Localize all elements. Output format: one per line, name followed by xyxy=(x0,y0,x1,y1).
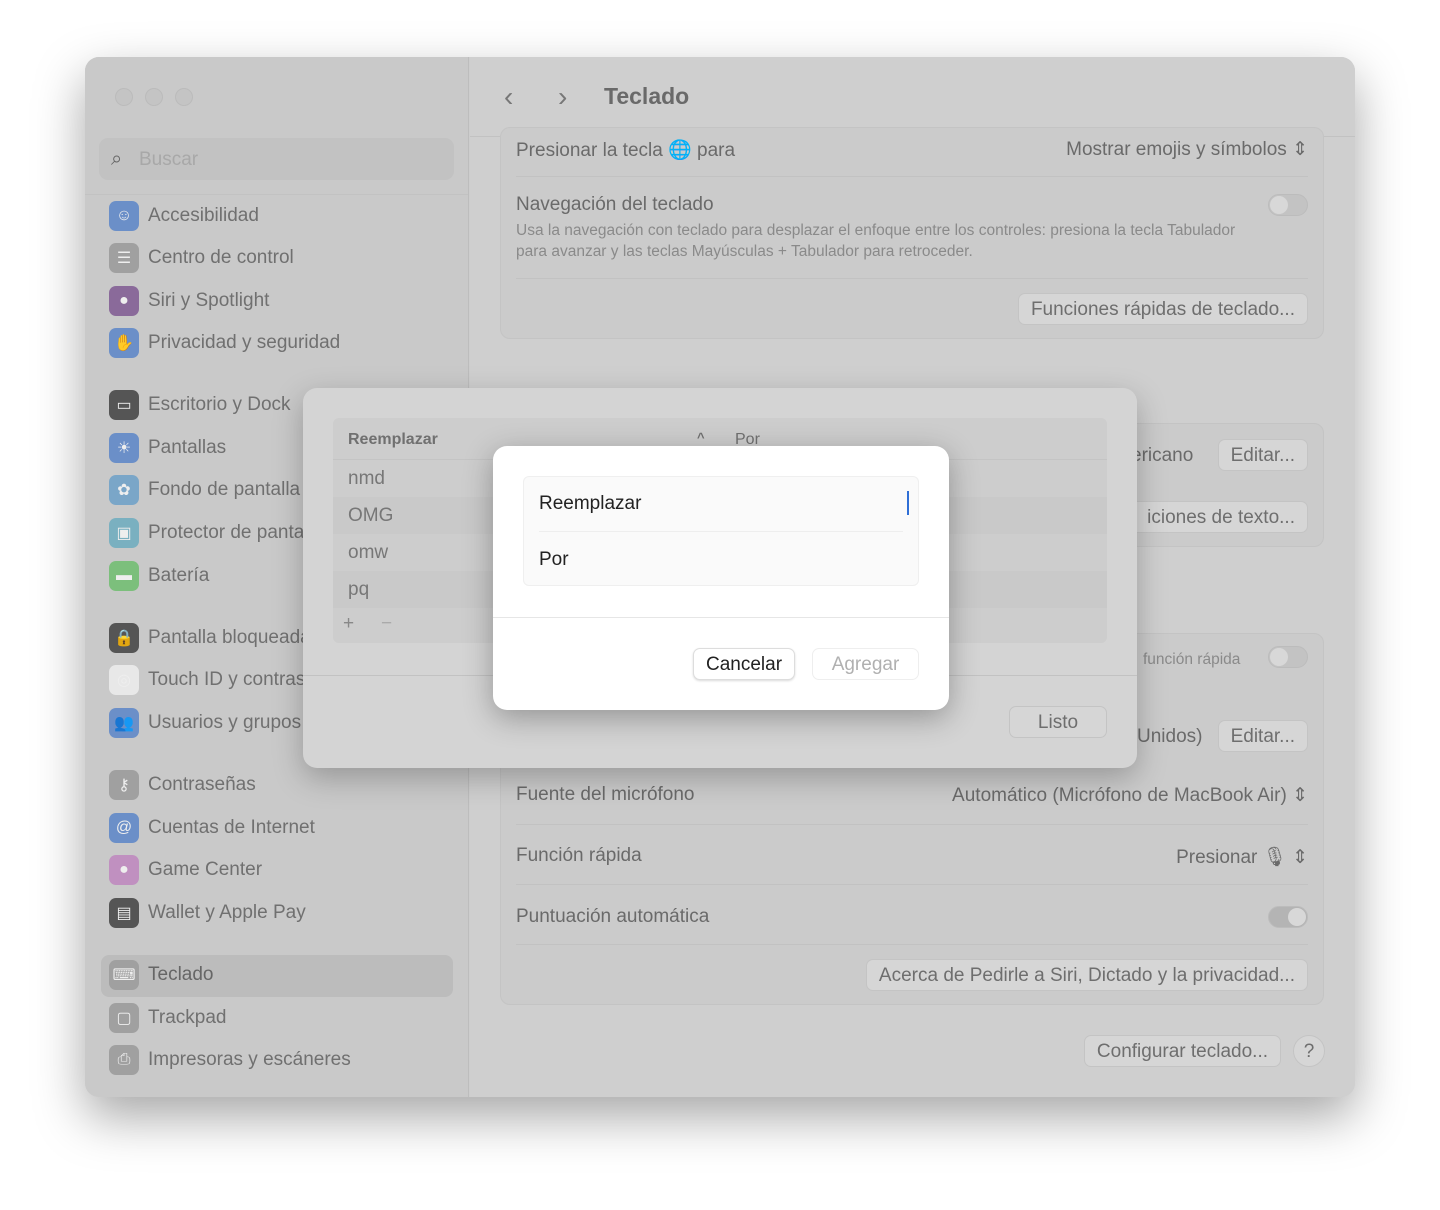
sidebar-item-centro-de-control[interactable]: ☰ Centro de control xyxy=(109,241,294,275)
sun-icon: ☀ xyxy=(109,433,139,463)
sidebar-item-label: Game Center xyxy=(148,859,263,880)
replace-input[interactable]: Reemplazar xyxy=(539,491,909,515)
sidebar-item-label: Privacidad y seguridad xyxy=(148,332,341,353)
search-input[interactable]: ⌕ Buscar xyxy=(99,138,454,180)
battery-icon: ▬ xyxy=(109,561,139,591)
sidebar-item-usuarios-y-grupos[interactable]: 👥 Usuarios y grupos xyxy=(109,706,301,740)
cancel-button[interactable]: Cancelar xyxy=(693,648,796,680)
sidebar-item-label: Protector de pantalla xyxy=(148,522,324,543)
wallet-icon: ▤ xyxy=(109,898,139,928)
fingerprint-icon: ◎ xyxy=(109,665,139,695)
sidebar-item-label: Impresoras y escáneres xyxy=(148,1049,351,1070)
sidebar-item-contrase-as[interactable]: ⚷ Contraseñas xyxy=(109,768,256,802)
accessibility-icon: ☺ xyxy=(109,201,139,231)
control-center-icon: ☰ xyxy=(109,243,139,273)
keyboard-navigation-toggle[interactable] xyxy=(1268,194,1308,216)
sidebar-item-impresoras-y-esc-neres[interactable]: ⎙ Impresoras y escáneres xyxy=(109,1043,351,1077)
close-button[interactable] xyxy=(115,88,133,106)
wallpaper-icon: ✿ xyxy=(109,475,139,505)
setup-keyboard-button[interactable]: Configurar teclado... xyxy=(1083,1035,1281,1067)
key-icon: ⚷ xyxy=(109,770,139,800)
sidebar-item-label: Usuarios y grupos xyxy=(148,712,302,733)
users-icon: 👥 xyxy=(109,708,139,738)
back-button[interactable]: ‹ xyxy=(504,81,513,113)
keyboard-shortcuts-button[interactable]: Funciones rápidas de teclado... xyxy=(1017,293,1308,325)
search-icon: ⌕ xyxy=(111,148,123,170)
sidebar-item-label: Teclado xyxy=(148,964,214,985)
text-replacements-button[interactable]: iciones de texto... xyxy=(1134,501,1308,533)
hand-icon: ✋ xyxy=(109,328,139,358)
sidebar-item-label: Trackpad xyxy=(148,1007,227,1028)
text-cursor xyxy=(907,491,909,515)
add-replacement-dialog: Reemplazar Por Cancelar Agregar xyxy=(493,446,949,710)
sidebar-item-accesibilidad[interactable]: ☺ Accesibilidad xyxy=(109,199,259,233)
column-header-replace[interactable]: Reemplazar xyxy=(348,431,438,448)
about-siri-privacy-button[interactable]: Acerca de Pedirle a Siri, Dictado y la p… xyxy=(865,959,1308,991)
screensaver-icon: ▣ xyxy=(109,518,139,548)
sidebar-item-label: Siri y Spotlight xyxy=(148,290,270,311)
sidebar-item-fondo-de-pantalla[interactable]: ✿ Fondo de pantalla xyxy=(109,473,300,507)
printer-icon: ⎙ xyxy=(109,1045,139,1075)
lock-icon: 🔒 xyxy=(109,623,139,653)
sidebar-item-label: Pantallas xyxy=(148,437,227,458)
sidebar-item-label: Escritorio y Dock xyxy=(148,394,291,415)
minimize-button[interactable] xyxy=(145,88,163,106)
sidebar-item-trackpad[interactable]: ▢ Trackpad xyxy=(109,1001,227,1035)
sidebar-item-cuentas-de-internet[interactable]: @ Cuentas de Internet xyxy=(109,811,315,845)
toolbar: ‹ › Teclado xyxy=(470,57,1355,137)
done-button[interactable]: Listo xyxy=(1009,706,1107,738)
chevron-updown-icon: ⇕ xyxy=(1292,139,1308,160)
sidebar-item-label: Accesibilidad xyxy=(148,205,259,226)
sidebar-item-label: Fondo de pantalla xyxy=(148,479,301,500)
sidebar-item-label: Batería xyxy=(148,565,210,586)
forward-button[interactable]: › xyxy=(558,81,567,113)
page-title: Teclado xyxy=(604,83,690,109)
sidebar-item-pantalla-bloqueada[interactable]: 🔒 Pantalla bloqueada xyxy=(109,621,311,655)
sidebar-item-bater-a[interactable]: ▬ Batería xyxy=(109,559,209,593)
sidebar-item-siri-y-spotlight[interactable]: ● Siri y Spotlight xyxy=(109,284,269,318)
microphone-select[interactable]: Automático (Micrófono de MacBook Air) ⇕ xyxy=(952,784,1308,807)
microphone-icon: 🎙 xyxy=(1262,847,1287,868)
sidebar-item-privacidad-y-seguridad[interactable]: ✋ Privacidad y seguridad xyxy=(109,326,340,360)
shortcut-select[interactable]: Presionar 🎙 ⇕ xyxy=(1176,845,1308,869)
sidebar-item-label: Pantalla bloqueada xyxy=(148,627,311,648)
at-icon: @ xyxy=(109,813,139,843)
auto-punctuation-toggle[interactable] xyxy=(1268,906,1308,928)
edit-languages-button[interactable]: Editar... xyxy=(1217,720,1308,752)
keyboard-group: Presionar la tecla 🌐 para Mostrar emojis… xyxy=(500,127,1324,339)
game-center-icon: ● xyxy=(109,855,139,885)
zoom-button[interactable] xyxy=(175,88,193,106)
globe-icon: 🌐 xyxy=(668,140,692,161)
sidebar-item-escritorio-y-dock[interactable]: ▭ Escritorio y Dock xyxy=(109,388,291,422)
keyboard-icon: ⌨ xyxy=(109,960,139,990)
sort-ascending-icon: ^ xyxy=(697,430,705,445)
sidebar-item-wallet-y-apple-pay[interactable]: ▤ Wallet y Apple Pay xyxy=(109,896,306,930)
sidebar-item-pantallas[interactable]: ☀ Pantallas xyxy=(109,431,226,465)
globe-key-select[interactable]: Mostrar emojis y símbolos ⇕ xyxy=(1066,138,1308,161)
sidebar-item-teclado[interactable]: ⌨ Teclado xyxy=(109,958,214,992)
dictation-toggle[interactable] xyxy=(1268,646,1308,668)
sidebar-item-game-center[interactable]: ● Game Center xyxy=(109,853,262,887)
sidebar-item-label: Wallet y Apple Pay xyxy=(148,902,306,923)
add-button[interactable]: + xyxy=(343,613,354,635)
sidebar-item-label: Centro de control xyxy=(148,247,294,268)
help-button[interactable]: ? xyxy=(1293,1035,1325,1067)
trackpad-icon: ▢ xyxy=(109,1003,139,1033)
sidebar-item-protector-de-pantalla[interactable]: ▣ Protector de pantalla xyxy=(109,516,323,550)
with-input[interactable]: Por xyxy=(539,549,569,571)
dock-icon: ▭ xyxy=(109,390,139,420)
add-button[interactable]: Agregar xyxy=(812,648,919,680)
sidebar-item-label: Contraseñas xyxy=(148,774,256,795)
sidebar-item-label: Cuentas de Internet xyxy=(148,817,315,838)
siri-icon: ● xyxy=(109,286,139,316)
edit-input-sources-button[interactable]: Editar... xyxy=(1217,439,1308,471)
remove-button[interactable]: − xyxy=(381,613,392,635)
